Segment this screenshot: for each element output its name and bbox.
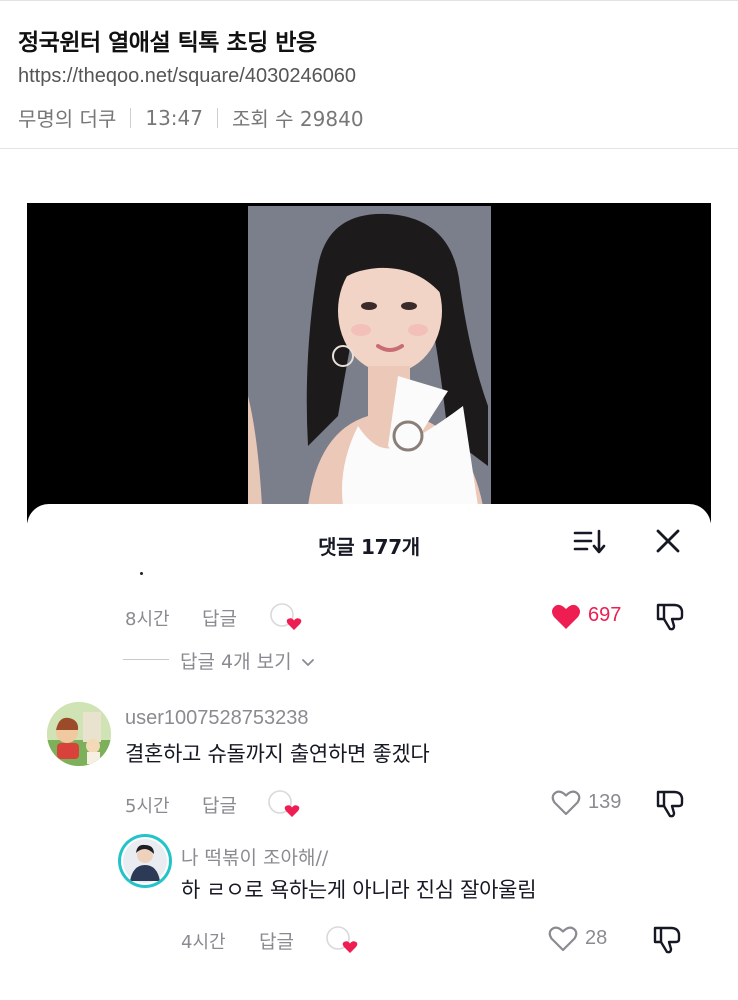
- comment-text-fragment: [140, 572, 143, 575]
- comment-text: 하 ㄹㅇ로 욕하는게 아니라 진심 잘아울림: [181, 878, 537, 902]
- dislike-icon[interactable]: [654, 602, 686, 632]
- like-count: 697: [588, 604, 622, 626]
- comments-count-title: 댓글 177개: [318, 535, 420, 559]
- comments-sheet: 댓글 177개 8시간 답글 697 답글 4개 보기 user10075287…: [27, 504, 711, 1000]
- video-still-image: [248, 206, 491, 506]
- comment-text: 결혼하고 슈돌까지 출연하면 좋겠다: [125, 742, 430, 766]
- like-count: 28: [585, 927, 608, 949]
- meta-separator: [217, 107, 218, 128]
- dislike-icon[interactable]: [654, 789, 686, 819]
- header-divider: [0, 148, 738, 149]
- view-replies-link[interactable]: 답글 4개 보기: [180, 647, 315, 674]
- post-url[interactable]: https://theqoo.net/square/4030246060: [18, 65, 356, 88]
- view-replies-label: 답글 4개 보기: [180, 651, 292, 673]
- comment-time: 5시간: [125, 796, 170, 817]
- meta-separator: [130, 107, 132, 128]
- heart-outline-icon[interactable]: [551, 789, 581, 816]
- like-count: 139: [588, 791, 622, 813]
- post-header: 정국윈터 열애설 틱톡 초딩 반응 https://theqoo.net/squ…: [0, 0, 738, 149]
- avatar-image: [47, 702, 111, 766]
- creator-like-icon: [268, 790, 300, 817]
- avatar-image: [121, 837, 169, 885]
- heart-outline-icon[interactable]: [548, 925, 578, 952]
- creator-like-icon: [326, 926, 358, 953]
- dislike-icon[interactable]: [651, 925, 683, 955]
- video-player[interactable]: [27, 203, 711, 523]
- avatar[interactable]: [118, 834, 172, 888]
- post-meta: 무명의 더쿠 13:47 조회 수 29840: [18, 103, 364, 132]
- avatar[interactable]: [47, 702, 111, 766]
- close-icon[interactable]: [653, 526, 683, 556]
- comment-username[interactable]: 나 떡볶이 조아해//: [181, 843, 328, 870]
- comment-time: 8시간: [125, 609, 170, 630]
- chevron-down-icon: [301, 659, 314, 666]
- post-author: 무명의 더쿠: [18, 107, 117, 131]
- post-time: 13:47: [145, 105, 203, 130]
- replies-line: [123, 659, 169, 660]
- reply-button[interactable]: 답글: [202, 604, 237, 631]
- creator-like-icon: [270, 603, 302, 630]
- reply-button[interactable]: 답글: [259, 927, 294, 954]
- comment-username[interactable]: user1007528753238: [125, 707, 309, 730]
- video-frame: [248, 206, 491, 506]
- post-title: 정국윈터 열애설 틱톡 초딩 반응: [18, 30, 317, 56]
- heart-filled-icon[interactable]: [551, 603, 581, 630]
- reply-button[interactable]: 답글: [202, 791, 237, 818]
- comment-time: 4시간: [181, 932, 226, 953]
- sort-icon[interactable]: [573, 528, 607, 556]
- post-views: 조회 수 29840: [232, 107, 364, 131]
